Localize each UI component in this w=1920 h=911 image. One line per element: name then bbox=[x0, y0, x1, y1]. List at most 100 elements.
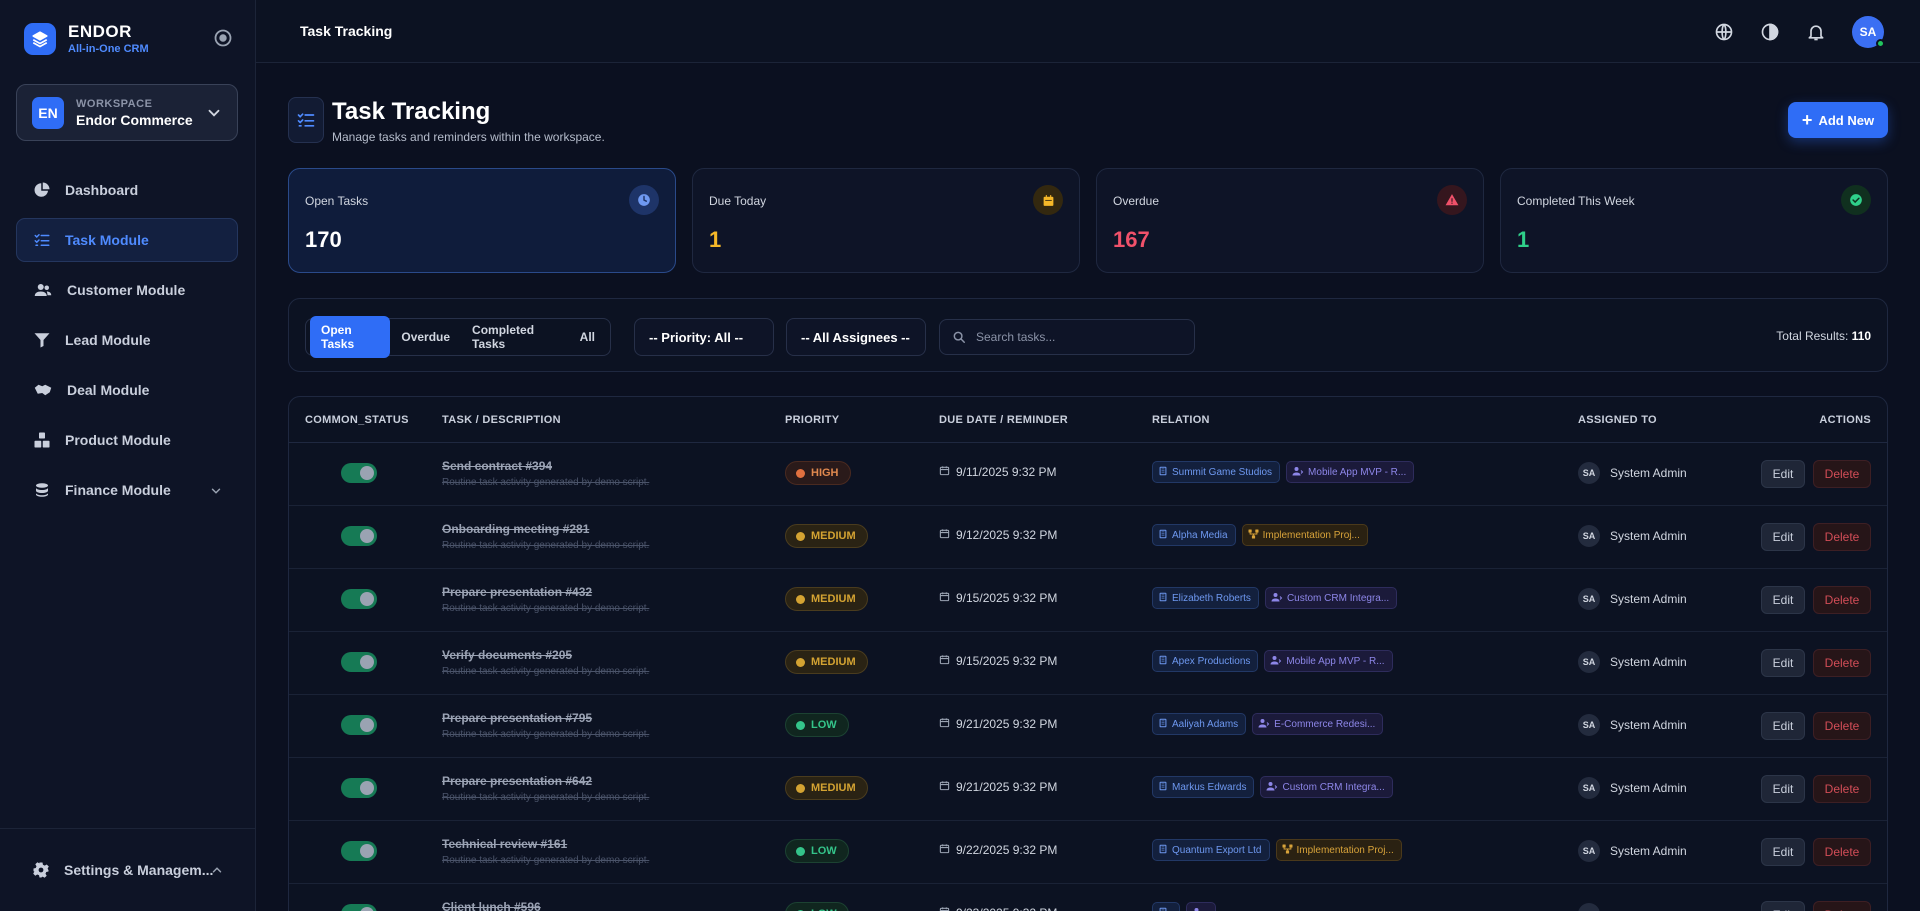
status-toggle[interactable] bbox=[341, 463, 377, 483]
sidebar-item-customer-module[interactable]: Customer Module bbox=[16, 268, 238, 312]
task-title[interactable]: Prepare presentation #795 bbox=[442, 711, 592, 725]
delete-button[interactable]: Delete bbox=[1813, 775, 1871, 803]
relation-chip-account[interactable]: Aaliyah Adams bbox=[1152, 713, 1247, 735]
globe-icon[interactable] bbox=[1714, 22, 1734, 42]
status-toggle[interactable] bbox=[341, 526, 377, 546]
table-row[interactable]: Verify documents #205 Routine task activi… bbox=[289, 632, 1887, 695]
sidebar-item-deal-module[interactable]: Deal Module bbox=[16, 368, 238, 412]
task-title[interactable]: Prepare presentation #432 bbox=[442, 585, 592, 599]
assignee: SA System Admin bbox=[1578, 525, 1687, 547]
relation-chip-project[interactable]: Implementation Proj... bbox=[1241, 524, 1368, 546]
tab-completed-tasks[interactable]: Completed Tasks bbox=[461, 316, 569, 358]
relation-chip-account[interactable]: Alpha Media bbox=[1152, 524, 1236, 546]
sidebar-item-product-module[interactable]: Product Module bbox=[16, 418, 238, 462]
delete-button[interactable]: Delete bbox=[1813, 901, 1871, 911]
handshake-icon bbox=[34, 384, 52, 396]
search-box[interactable] bbox=[939, 319, 1195, 355]
edit-button[interactable]: Edit bbox=[1761, 901, 1805, 911]
status-toggle[interactable] bbox=[341, 715, 377, 735]
task-title[interactable]: Verify documents #205 bbox=[442, 648, 572, 662]
tab-all[interactable]: All bbox=[569, 323, 606, 351]
table-row[interactable]: Prepare presentation #795 Routine task ac… bbox=[289, 695, 1887, 758]
relation-chip-account[interactable]: Apex Productions bbox=[1152, 650, 1259, 672]
column-header[interactable]: TASK / DESCRIPTION bbox=[442, 414, 561, 426]
task-title[interactable]: Onboarding meeting #281 bbox=[442, 522, 589, 536]
relation-chip-project[interactable]: Mobile App MVP - R... bbox=[1286, 461, 1415, 483]
column-header[interactable]: DUE DATE / REMINDER bbox=[939, 414, 1068, 426]
calendar-icon bbox=[1033, 185, 1063, 215]
delete-button[interactable]: Delete bbox=[1813, 649, 1871, 677]
table-row[interactable]: Onboarding meeting #281 Routine task acti… bbox=[289, 506, 1887, 569]
status-toggle[interactable] bbox=[341, 841, 377, 861]
edit-button[interactable]: Edit bbox=[1761, 586, 1805, 614]
search-input[interactable] bbox=[976, 330, 1176, 344]
edit-button[interactable]: Edit bbox=[1761, 775, 1805, 803]
status-toggle[interactable] bbox=[341, 589, 377, 609]
task-title[interactable]: Send contract #394 bbox=[442, 459, 552, 473]
relation-chip-project[interactable]: Custom CRM Integra... bbox=[1260, 776, 1393, 798]
relation-chip-account[interactable] bbox=[1152, 902, 1180, 911]
table-row[interactable]: Prepare presentation #432 Routine task ac… bbox=[289, 569, 1887, 632]
priority-dot-icon bbox=[796, 531, 805, 541]
tab-overdue[interactable]: Overdue bbox=[390, 323, 461, 351]
priority-select-value: -- Priority: All -- bbox=[649, 329, 744, 345]
edit-button[interactable]: Edit bbox=[1761, 523, 1805, 551]
user-avatar[interactable]: SA bbox=[1852, 16, 1885, 48]
edit-button[interactable]: Edit bbox=[1761, 649, 1805, 677]
status-toggle[interactable] bbox=[341, 778, 377, 798]
delete-button[interactable]: Delete bbox=[1813, 523, 1871, 551]
relation-chip-project[interactable]: Custom CRM Integra... bbox=[1264, 587, 1398, 609]
task-title[interactable]: Technical review #161 bbox=[442, 837, 567, 851]
status-toggle[interactable] bbox=[341, 904, 377, 911]
theme-toggle-icon[interactable] bbox=[1760, 22, 1780, 42]
sidebar-item-settings[interactable]: Settings & Managem... bbox=[16, 848, 238, 892]
brand[interactable]: ENDOR All-in-One CRM bbox=[24, 22, 149, 55]
column-header[interactable]: RELATION bbox=[1152, 414, 1210, 426]
toggle-knob bbox=[360, 466, 374, 480]
column-header[interactable]: PRIORITY bbox=[785, 414, 839, 426]
target-icon[interactable] bbox=[213, 28, 233, 48]
table-row[interactable]: Send contract #394 Routine task activity … bbox=[289, 443, 1887, 506]
relation-chip-account[interactable]: Elizabeth Roberts bbox=[1152, 587, 1259, 609]
column-header[interactable]: ASSIGNED TO bbox=[1578, 414, 1657, 426]
table-row[interactable]: Prepare presentation #642 Routine task ac… bbox=[289, 758, 1887, 821]
relation-chip-account[interactable]: Markus Edwards bbox=[1152, 776, 1255, 798]
tab-open-tasks[interactable]: Open Tasks bbox=[310, 316, 391, 358]
edit-button[interactable]: Edit bbox=[1761, 712, 1805, 740]
relation-chip-project[interactable]: E-Commerce Redesi... bbox=[1252, 713, 1384, 735]
relation-chip-project[interactable]: Mobile App MVP - R... bbox=[1264, 650, 1393, 672]
delete-button[interactable]: Delete bbox=[1813, 838, 1871, 866]
relation-chip-project[interactable] bbox=[1186, 902, 1216, 911]
task-title[interactable]: Prepare presentation #642 bbox=[442, 774, 592, 788]
stat-card-open-tasks[interactable]: Open Tasks 170 bbox=[288, 168, 676, 273]
sidebar-item-finance-module[interactable]: Finance Module bbox=[16, 468, 238, 512]
column-header[interactable]: COMMON_STATUS bbox=[305, 414, 409, 426]
priority-label: MEDIUM bbox=[811, 530, 856, 542]
status-toggle[interactable] bbox=[341, 652, 377, 672]
add-new-button[interactable]: + Add New bbox=[1788, 102, 1888, 138]
stat-card-due-today[interactable]: Due Today 1 bbox=[692, 168, 1080, 273]
page-subtitle: Manage tasks and reminders within the wo… bbox=[332, 130, 605, 144]
sidebar-item-label: Finance Module bbox=[65, 482, 171, 498]
table-row[interactable]: Client lunch #596Routine task activity g… bbox=[289, 884, 1887, 911]
workspace-switcher[interactable]: EN WORKSPACE Endor Commerce bbox=[16, 84, 238, 141]
edit-button[interactable]: Edit bbox=[1761, 838, 1805, 866]
building-icon bbox=[1158, 466, 1172, 479]
sidebar-item-dashboard[interactable]: Dashboard bbox=[16, 168, 238, 212]
table-row[interactable]: Technical review #161 Routine task activi… bbox=[289, 821, 1887, 884]
edit-button[interactable]: Edit bbox=[1761, 460, 1805, 488]
stat-card-overdue[interactable]: Overdue 167 bbox=[1096, 168, 1484, 273]
sidebar-item-task-module[interactable]: Task Module bbox=[16, 218, 238, 262]
stat-card-completed-week[interactable]: Completed This Week 1 bbox=[1500, 168, 1888, 273]
delete-button[interactable]: Delete bbox=[1813, 586, 1871, 614]
relation-chip-project[interactable]: Implementation Proj... bbox=[1275, 839, 1402, 861]
sidebar-item-lead-module[interactable]: Lead Module bbox=[16, 318, 238, 362]
relation-chip-account[interactable]: Quantum Export Ltd bbox=[1152, 839, 1270, 861]
delete-button[interactable]: Delete bbox=[1813, 460, 1871, 488]
assignee-select[interactable]: -- All Assignees -- bbox=[786, 318, 926, 356]
priority-select[interactable]: -- Priority: All -- bbox=[634, 318, 774, 356]
delete-button[interactable]: Delete bbox=[1813, 712, 1871, 740]
task-title[interactable]: Client lunch #596 bbox=[442, 900, 541, 911]
relation-chip-account[interactable]: Summit Game Studios bbox=[1152, 461, 1281, 483]
bell-icon[interactable] bbox=[1806, 22, 1826, 42]
